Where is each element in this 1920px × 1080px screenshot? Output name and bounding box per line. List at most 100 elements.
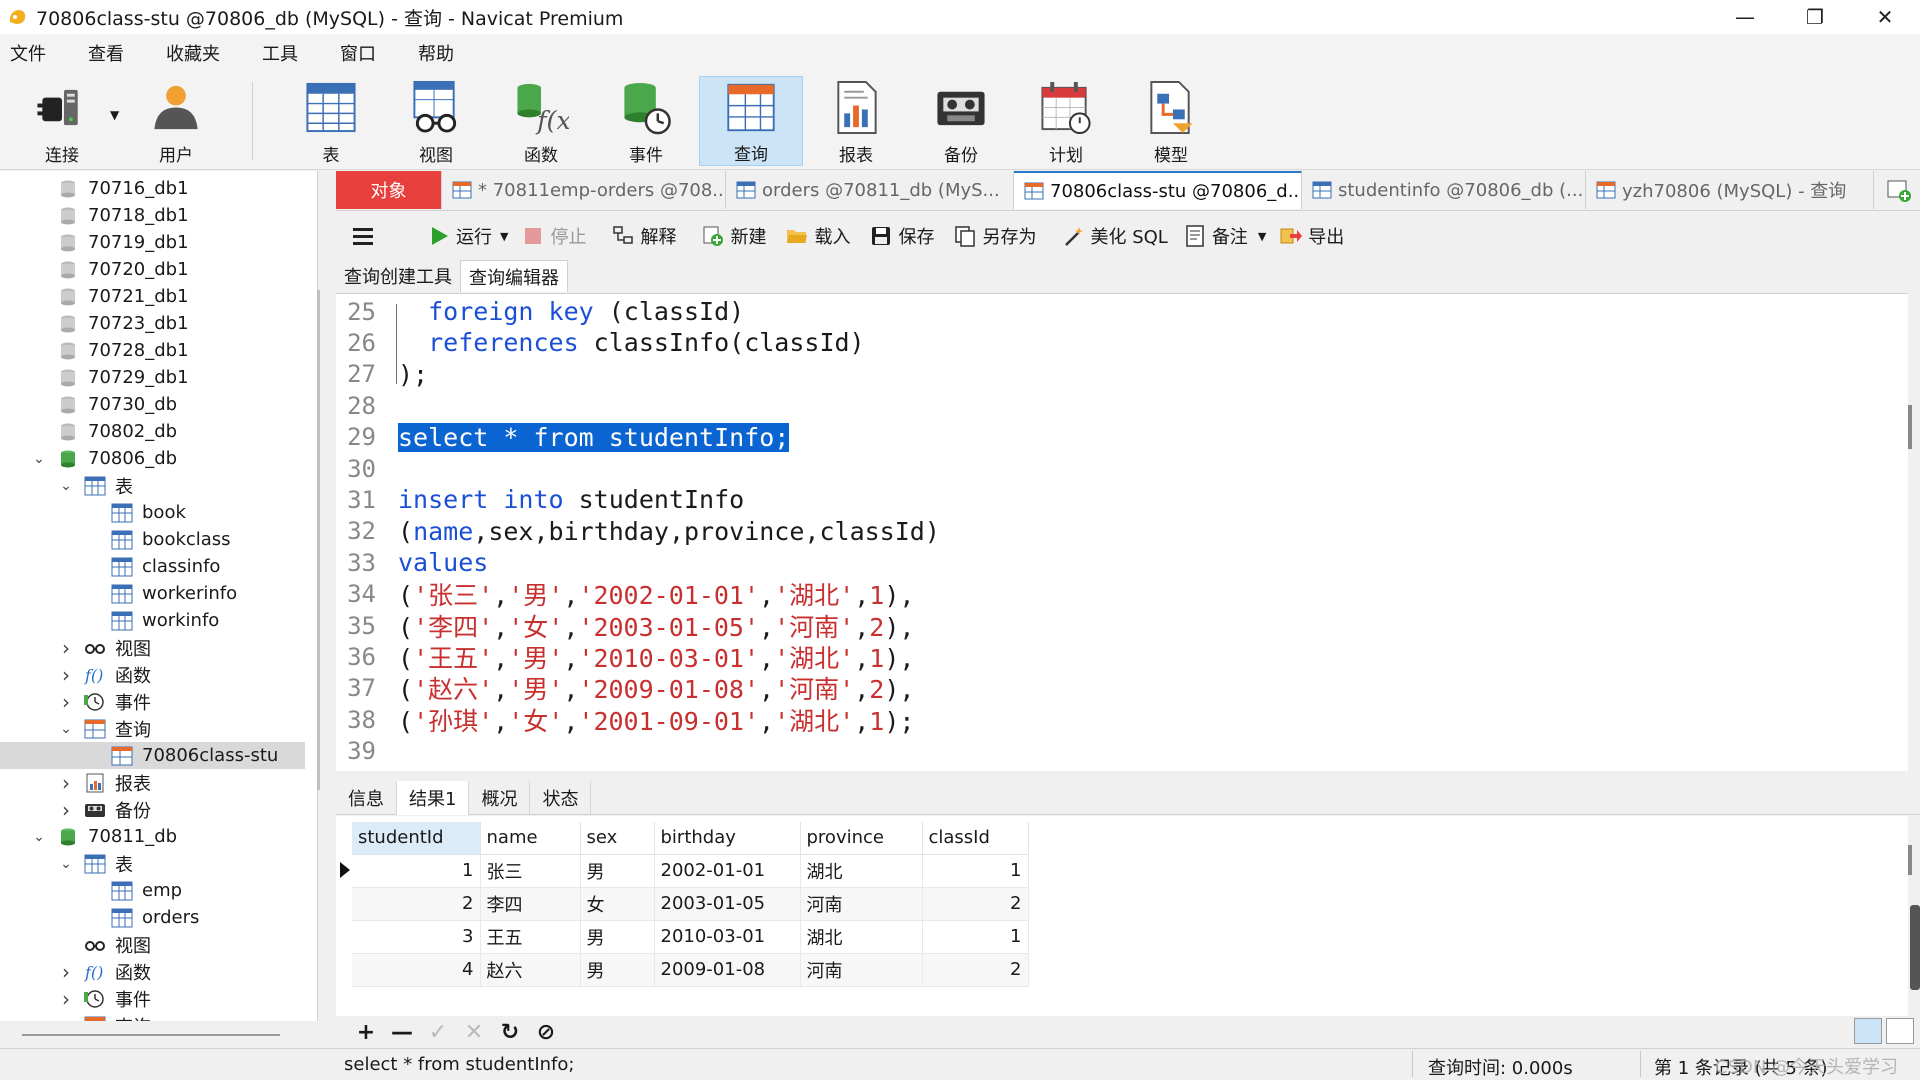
menu-window[interactable]: 窗口: [340, 40, 376, 66]
tree-item[interactable]: › 事件: [0, 688, 305, 715]
menu-view[interactable]: 查看: [88, 40, 124, 66]
sql-editor[interactable]: 25 foreign key (classId) 26 references cl…: [336, 293, 1908, 771]
chevron-right-icon[interactable]: ›: [59, 690, 73, 714]
table-cell[interactable]: 2: [922, 953, 1029, 987]
delete-record-button[interactable]: —: [384, 1020, 420, 1045]
tree-item[interactable]: ⌄ 表: [0, 472, 305, 499]
tree-item[interactable]: 70802_db: [0, 418, 305, 445]
chevron-down-icon[interactable]: ⌄: [59, 856, 73, 872]
backup-button[interactable]: 备份: [909, 76, 1013, 166]
tree-item[interactable]: classinfo: [0, 553, 305, 580]
table-row[interactable]: 1 张三男 2002-01-01 湖北 1: [352, 854, 1029, 888]
tree-item[interactable]: › 备份: [0, 796, 305, 823]
tab-result1[interactable]: 结果1: [397, 781, 470, 815]
run-button[interactable]: 运行 ▼: [428, 223, 508, 249]
tree-item[interactable]: 70730_db: [0, 391, 305, 418]
tab-query-builder[interactable]: 查询创建工具: [336, 260, 460, 292]
tree-item[interactable]: › 视图: [0, 634, 305, 661]
run-dropdown-icon[interactable]: ▼: [500, 230, 508, 243]
tree-item[interactable]: 70728_db1: [0, 337, 305, 364]
menu-tools[interactable]: 工具: [262, 40, 298, 66]
connect-dropdown-icon[interactable]: ▼: [110, 108, 119, 122]
document-tab[interactable]: orders @70811_db (MyS...: [726, 171, 1014, 209]
tree-item[interactable]: 70806class-stu: [0, 742, 305, 769]
tree-item[interactable]: ⌄ 70806_db: [0, 445, 305, 472]
connect-button[interactable]: 连接: [10, 76, 114, 166]
editor-scrollbar[interactable]: [1908, 405, 1912, 449]
tree-item[interactable]: ⌄ 表: [0, 850, 305, 877]
chevron-down-icon[interactable]: ⌄: [59, 721, 73, 737]
tab-info[interactable]: 信息: [336, 781, 397, 815]
chevron-right-icon[interactable]: ›: [59, 960, 73, 984]
tree-item[interactable]: ⌄ 70811_db: [0, 823, 305, 850]
table-cell[interactable]: 王五: [480, 920, 581, 954]
table-cell[interactable]: 男: [580, 854, 655, 888]
table-cell[interactable]: 河南: [800, 953, 923, 987]
discard-changes-button[interactable]: ✕: [456, 1020, 492, 1045]
tree-item[interactable]: 70723_db1: [0, 310, 305, 337]
document-tab[interactable]: 70806class-stu @70806_d...: [1014, 171, 1302, 209]
table-button[interactable]: 表: [279, 76, 383, 166]
chevron-down-icon[interactable]: ⌄: [59, 1018, 73, 1022]
chevron-right-icon[interactable]: ›: [59, 771, 73, 795]
tree-item[interactable]: ⌄ 查询: [0, 715, 305, 742]
tree-item[interactable]: 70721_db1: [0, 283, 305, 310]
object-tree[interactable]: 70716_db1 70718_db1 70719_db1 70720_db1 7072…: [0, 171, 318, 1021]
load-button[interactable]: 载入: [786, 223, 850, 249]
document-tab[interactable]: * 70811emp-orders @708...: [442, 171, 726, 209]
tree-item[interactable]: 视图: [0, 931, 305, 958]
tree-item[interactable]: 70716_db1: [0, 175, 305, 202]
grid-view-button[interactable]: [1854, 1018, 1882, 1044]
chevron-right-icon[interactable]: ›: [59, 663, 73, 687]
tree-item[interactable]: emp: [0, 877, 305, 904]
table-cell[interactable]: 4: [352, 953, 481, 987]
tree-item[interactable]: › 报表: [0, 769, 305, 796]
menu-favorites[interactable]: 收藏夹: [166, 40, 220, 66]
refresh-button[interactable]: ↻: [492, 1020, 528, 1045]
table-cell[interactable]: 2003-01-05: [654, 887, 801, 921]
table-cell[interactable]: 张三: [480, 854, 581, 888]
new-tab-icon[interactable]: [1886, 179, 1912, 203]
tree-item[interactable]: book: [0, 499, 305, 526]
tree-item[interactable]: › f() 函数: [0, 958, 305, 985]
apply-changes-button[interactable]: ✓: [420, 1020, 456, 1045]
table-row[interactable]: 4 赵六男 2009-01-08 河南 2: [352, 953, 1029, 987]
minimize-button[interactable]: —: [1710, 0, 1780, 34]
table-cell[interactable]: 1: [922, 920, 1029, 954]
sidebar-hscrollbar[interactable]: [22, 1034, 280, 1036]
event-button[interactable]: 事件: [594, 76, 698, 166]
table-cell[interactable]: 湖北: [800, 854, 923, 888]
chevron-right-icon[interactable]: ›: [59, 798, 73, 822]
tab-query-editor[interactable]: 查询编辑器: [460, 260, 568, 292]
table-cell[interactable]: 1: [352, 854, 481, 888]
table-cell[interactable]: 赵六: [480, 953, 581, 987]
query-button[interactable]: 查询: [699, 76, 803, 166]
column-header[interactable]: birthday: [654, 822, 801, 855]
table-cell[interactable]: 2010-03-01: [654, 920, 801, 954]
column-header[interactable]: province: [800, 822, 923, 855]
tab-profile[interactable]: 概况: [469, 781, 531, 815]
menu-help[interactable]: 帮助: [418, 40, 454, 66]
table-cell[interactable]: 2009-01-08: [654, 953, 801, 987]
user-button[interactable]: 用户: [124, 76, 228, 166]
view-button[interactable]: 视图: [384, 76, 488, 166]
report-button[interactable]: 报表: [804, 76, 908, 166]
chevron-down-icon[interactable]: ⌄: [59, 478, 73, 494]
tree-item[interactable]: 70718_db1: [0, 202, 305, 229]
save-button[interactable]: 保存: [870, 223, 934, 249]
tree-item[interactable]: bookclass: [0, 526, 305, 553]
table-cell[interactable]: 李四: [480, 887, 581, 921]
tab-status[interactable]: 状态: [530, 781, 592, 815]
table-cell[interactable]: 2: [922, 887, 1029, 921]
table-cell[interactable]: 2002-01-01: [654, 854, 801, 888]
beautify-sql-button[interactable]: 美化 SQL: [1062, 223, 1168, 249]
function-button[interactable]: f(x) 函数: [489, 76, 593, 166]
table-cell[interactable]: 2: [352, 887, 481, 921]
table-cell[interactable]: 3: [352, 920, 481, 954]
tree-item[interactable]: 70719_db1: [0, 229, 305, 256]
table-row[interactable]: 3 王五男 2010-03-01 湖北 1: [352, 920, 1029, 954]
chevron-down-icon[interactable]: ⌄: [32, 829, 46, 845]
table-cell[interactable]: 男: [580, 920, 655, 954]
stop-fetch-button[interactable]: ⊘: [528, 1020, 564, 1045]
add-record-button[interactable]: +: [348, 1020, 384, 1045]
